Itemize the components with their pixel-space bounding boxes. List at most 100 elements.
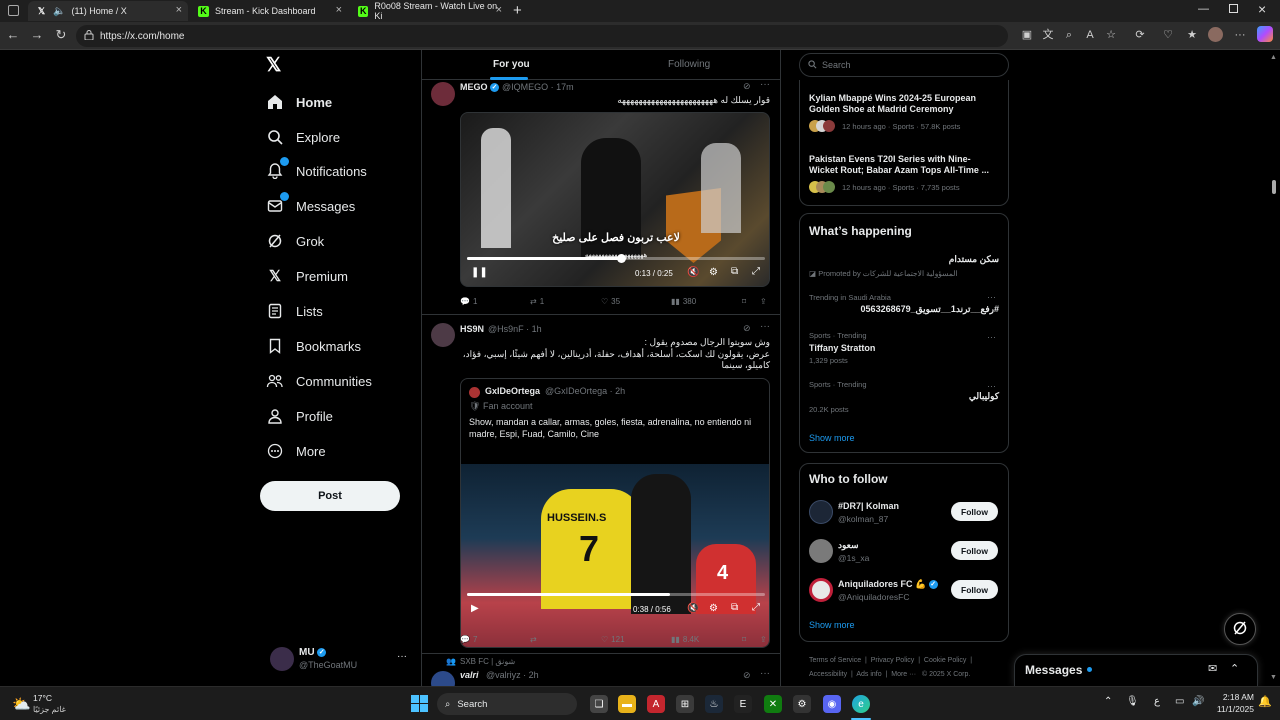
messages-drawer[interactable]: Messages ✉ ⌃ — [1014, 654, 1258, 686]
copilot-icon[interactable] — [1257, 26, 1273, 42]
xbox-icon[interactable]: ✕ — [764, 695, 782, 713]
news-headline[interactable]: Pakistan Evens T20I Series with Nine-Wic… — [809, 154, 999, 176]
x-logo-icon[interactable]: 𝕏 — [266, 56, 286, 76]
nav-notifications[interactable]: Notifications — [266, 157, 367, 185]
trend-item[interactable]: Sports · Trending ··· كوليبالي 20.2K pos… — [800, 377, 1010, 417]
page-scrollbar[interactable]: ▲ ▼ — [1267, 50, 1280, 686]
views-button[interactable]: ▮▮ 8.4K — [671, 635, 699, 644]
discord-icon[interactable]: ◉ — [823, 695, 841, 713]
share-button[interactable]: ⇪ — [760, 297, 767, 306]
grok-floating-button[interactable] — [1224, 613, 1256, 645]
weather-icon[interactable]: ⛅ — [12, 695, 31, 713]
grok-icon[interactable]: ⊘ — [743, 323, 751, 334]
share-button[interactable]: ⇪ — [760, 635, 767, 644]
account-more-icon[interactable]: ··· — [397, 651, 407, 662]
footer-link[interactable]: Accessibility — [809, 671, 847, 678]
close-icon[interactable]: × — [496, 4, 502, 16]
new-message-icon[interactable]: ✉ — [1208, 662, 1217, 675]
video-progress-handle[interactable] — [617, 254, 626, 263]
search-input[interactable]: Search — [799, 53, 1009, 77]
nav-home[interactable]: Home — [266, 88, 332, 116]
tab-kick-dashboard[interactable]: K Stream - Kick Dashboard × — [190, 1, 348, 21]
quote-video[interactable]: HUSSEIN.S 7 4 ▶ 0:38 / 0:56 🔇 ⚙ ⧉ ⤢ — [461, 464, 769, 647]
maximize-icon[interactable] — [1229, 4, 1238, 13]
refresh-icon[interactable]: ↻ — [53, 27, 69, 43]
volume-icon[interactable]: 🔇 — [687, 603, 699, 614]
steam-icon[interactable]: ♨ — [705, 695, 723, 713]
play-icon[interactable]: ▶ — [471, 603, 479, 614]
volume-icon[interactable]: 🔊 — [1192, 696, 1204, 707]
volume-icon[interactable]: 🔇 — [687, 267, 699, 278]
taskbar-search[interactable]: ⌕ Search — [437, 693, 577, 715]
scrollbar-thumb[interactable] — [1272, 180, 1276, 194]
tweet[interactable]: MEGO ✓ @IQMEGO · 17m ⊘ ··· قوار يسلك له … — [422, 79, 780, 315]
show-more-link[interactable]: Show more — [809, 620, 855, 630]
tweet-author[interactable]: HS9N — [460, 324, 484, 334]
tweet-handle[interactable]: @valriyz · 2h — [486, 670, 539, 680]
trend-more-icon[interactable]: ··· — [987, 332, 996, 342]
follow-button[interactable]: Follow — [951, 541, 998, 560]
tweet[interactable]: 👥 SXB FC | شونق valri @valriyz · 2h ⊘ ··… — [422, 655, 780, 686]
pip-icon[interactable]: ⧉ — [731, 602, 738, 613]
tweet-more-icon[interactable]: ··· — [760, 668, 770, 679]
tweet-author[interactable]: MEGO ✓ — [460, 82, 500, 93]
tweet-author[interactable]: valri — [460, 670, 479, 680]
trend-more-icon[interactable]: ··· — [987, 292, 996, 302]
nav-communities[interactable]: Communities — [266, 367, 372, 395]
follow-button[interactable]: Follow — [951, 502, 998, 521]
microphone-icon[interactable]: 🎙 — [1126, 696, 1139, 707]
trend-more-icon[interactable]: ··· — [987, 381, 996, 391]
window-close-icon[interactable]: × — [1258, 1, 1266, 17]
edge-icon[interactable]: e — [852, 695, 870, 713]
views-button[interactable]: ▮▮ 380 — [671, 297, 696, 306]
tweet-handle[interactable]: @Hs9nF · 1h — [488, 324, 542, 334]
settings-icon[interactable]: ⚙ — [709, 267, 718, 278]
new-tab-button[interactable]: + — [513, 2, 522, 19]
trend-item[interactable]: Trending in Saudi Arabia ··· #رفع__ترند1… — [800, 290, 1010, 326]
language-indicator[interactable]: ع — [1154, 696, 1160, 707]
close-icon[interactable]: × — [336, 4, 342, 16]
avatar[interactable] — [431, 323, 455, 347]
tweet-context[interactable]: SXB FC | شونق — [460, 657, 515, 666]
file-explorer-icon[interactable]: ▬ — [618, 695, 636, 713]
tab-actions-icon[interactable] — [8, 5, 19, 16]
notification-center-icon[interactable]: 🔔 — [1258, 695, 1272, 708]
address-bar[interactable]: https://x.com/home — [76, 25, 1008, 47]
grok-icon[interactable]: ⊘ — [743, 81, 751, 92]
store-icon[interactable]: ⊞ — [676, 695, 694, 713]
nav-grok[interactable]: Grok — [266, 227, 324, 255]
speaker-icon[interactable]: 🔈 — [53, 6, 65, 17]
scroll-down-icon[interactable]: ▼ — [1270, 674, 1277, 681]
settings-icon[interactable]: ⚙ — [793, 695, 811, 713]
settings-icon[interactable]: ⚙ — [709, 603, 718, 614]
epic-games-icon[interactable]: E — [734, 695, 752, 713]
repost-button[interactable]: ⇄ — [530, 635, 540, 644]
tweet-more-icon[interactable]: ··· — [760, 321, 770, 332]
start-icon[interactable] — [411, 695, 428, 712]
show-more-link[interactable]: Show more — [809, 433, 855, 443]
post-button[interactable]: Post — [260, 481, 400, 511]
footer-link[interactable]: More ··· — [891, 671, 916, 678]
read-aloud-icon[interactable]: A — [1083, 28, 1097, 42]
favorites-bar-icon[interactable]: ★ — [1185, 28, 1199, 42]
nav-explore[interactable]: Explore — [266, 123, 340, 151]
weather-temp[interactable]: 17°C — [33, 693, 52, 703]
nav-bookmarks[interactable]: Bookmarks — [266, 332, 361, 360]
task-view-icon[interactable]: ❏ — [590, 695, 608, 713]
extensions-icon[interactable]: ⟳ — [1133, 28, 1147, 42]
trend-item[interactable]: Sports · Trending ··· Tiffany Stratton 1… — [800, 328, 1010, 368]
translate-icon[interactable]: 文 — [1041, 28, 1055, 42]
like-button[interactable]: ♡ 35 — [601, 297, 620, 306]
like-button[interactable]: ♡ 121 — [601, 635, 625, 644]
grok-icon[interactable]: ⊘ — [743, 670, 751, 681]
split-screen-icon[interactable]: ▣ — [1020, 28, 1034, 42]
tab-kick-stream[interactable]: K R0o08 Stream - Watch Live on Ki × — [350, 1, 508, 21]
clock-date[interactable]: 11/1/2025 — [1208, 704, 1254, 714]
expand-icon[interactable]: ⌃ — [1230, 662, 1239, 675]
video-progress-track[interactable] — [467, 254, 765, 263]
trend-item[interactable]: سكن مستدام ◪ Promoted by المسؤولية الاجت… — [800, 250, 1010, 288]
pip-icon[interactable]: ⧉ — [731, 266, 738, 277]
avatar[interactable] — [431, 671, 455, 686]
nav-profile[interactable]: Profile — [266, 402, 333, 430]
tab-for-you[interactable]: For you — [493, 59, 530, 70]
